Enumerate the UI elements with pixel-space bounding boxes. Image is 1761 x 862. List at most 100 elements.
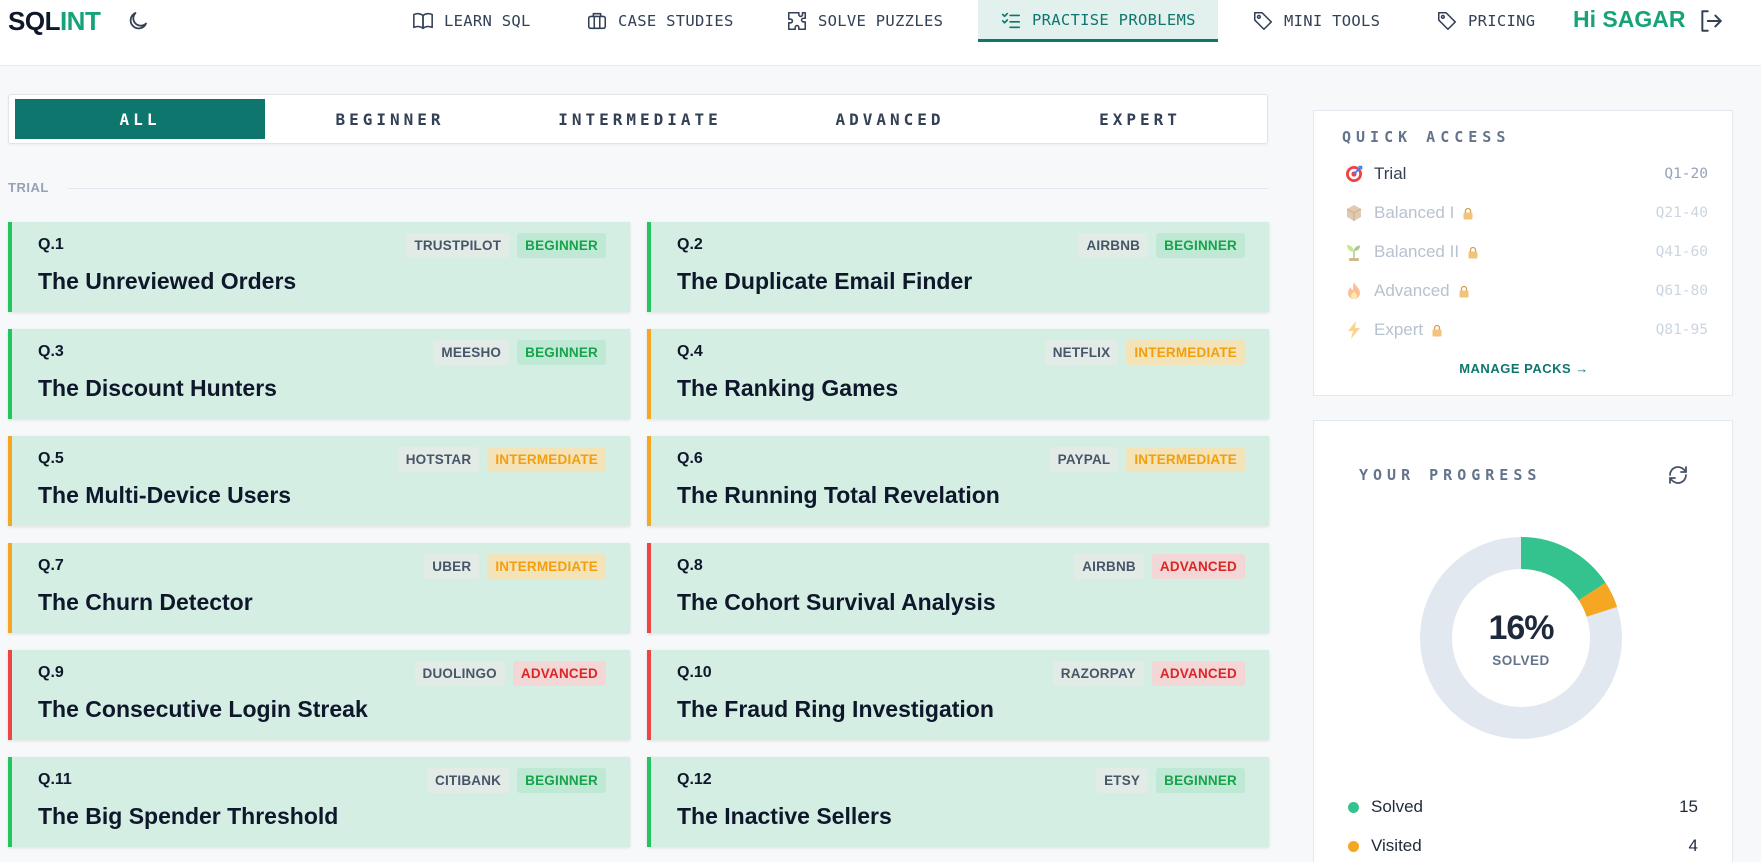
- pack-name: Trial: [1374, 164, 1407, 183]
- company-badge: NETFLIX: [1044, 340, 1119, 365]
- difficulty-badge: BEGINNER: [1156, 233, 1245, 258]
- question-card[interactable]: Q.9 DUOLINGO ADVANCED The Consecutive Lo…: [8, 650, 630, 740]
- question-card[interactable]: Q.12 ETSY BEGINNER The Inactive Sellers: [647, 757, 1269, 847]
- question-title: The Big Spender Threshold: [38, 803, 339, 829]
- tag-icon: [1253, 11, 1273, 31]
- question-card[interactable]: Q.11 CITIBANK BEGINNER The Big Spender T…: [8, 757, 630, 847]
- app-logo[interactable]: SQLINT: [8, 6, 101, 37]
- question-card[interactable]: Q.7 UBER INTERMEDIATE The Churn Detector: [8, 543, 630, 633]
- pack-name: Advanced: [1374, 281, 1450, 300]
- pack-range: Q1-20: [1664, 166, 1708, 182]
- pack-trial[interactable]: Trial Q1-20: [1344, 162, 1708, 186]
- question-card[interactable]: Q.6 PAYPAL INTERMEDIATE The Running Tota…: [647, 436, 1269, 526]
- company-badge: PAYPAL: [1049, 447, 1119, 472]
- solved-percentage: 16%: [1488, 609, 1554, 647]
- pack-name: Balanced II: [1374, 242, 1460, 261]
- pack-expert[interactable]: Expert Q81-95: [1344, 318, 1708, 342]
- logo-text-int: INT: [59, 6, 101, 36]
- company-badge: DUOLINGO: [414, 661, 505, 686]
- legend-label: Solved: [1371, 797, 1423, 816]
- progress-title: YOUR PROGRESS: [1359, 466, 1542, 484]
- question-tags: PAYPAL INTERMEDIATE: [1049, 447, 1245, 472]
- pack-range: Q21-40: [1655, 205, 1708, 221]
- company-badge: UBER: [424, 554, 480, 579]
- question-title: The Ranking Games: [677, 375, 899, 401]
- pack-name: Balanced I: [1374, 203, 1455, 222]
- question-card[interactable]: Q.10 RAZORPAY ADVANCED The Fraud Ring In…: [647, 650, 1269, 740]
- question-card[interactable]: Q.1 TRUSTPILOT BEGINNER The Unreviewed O…: [8, 222, 630, 312]
- filter-tab-beginner[interactable]: BEGINNER: [265, 99, 515, 139]
- question-tags: AIRBNB ADVANCED: [1074, 554, 1245, 579]
- nav-case-studies-label: CASE STUDIES: [618, 12, 734, 30]
- lightning-icon: [1344, 320, 1364, 340]
- question-title: The Duplicate Email Finder: [677, 268, 973, 294]
- section-divider: [68, 188, 1268, 189]
- question-title: The Churn Detector: [38, 589, 253, 615]
- question-number: Q.5: [38, 450, 64, 467]
- puzzle-icon: [787, 11, 807, 31]
- moon-icon[interactable]: [126, 9, 150, 33]
- difficulty-badge: ADVANCED: [1151, 554, 1245, 579]
- question-title: The Cohort Survival Analysis: [677, 589, 996, 615]
- filter-tab-intermediate[interactable]: INTERMEDIATE: [515, 99, 765, 139]
- company-badge: RAZORPAY: [1052, 661, 1144, 686]
- legend-dot-visited: [1348, 840, 1359, 852]
- box-icon: [1344, 203, 1364, 223]
- refresh-icon[interactable]: [1666, 463, 1690, 487]
- question-tags: RAZORPAY ADVANCED: [1052, 661, 1245, 686]
- question-card[interactable]: Q.2 AIRBNB BEGINNER The Duplicate Email …: [647, 222, 1269, 312]
- nav-case-studies[interactable]: CASE STUDIES: [586, 0, 734, 42]
- briefcase-icon: [587, 12, 607, 30]
- company-badge: ETSY: [1096, 768, 1149, 793]
- question-tags: UBER INTERMEDIATE: [424, 554, 606, 579]
- target-icon: [1344, 164, 1364, 184]
- progress-panel: YOUR PROGRESS 16% SOLVED Solved 15 Visit…: [1313, 420, 1733, 862]
- question-number: Q.8: [677, 557, 703, 574]
- logo-text-sql: SQL: [8, 6, 60, 36]
- question-card[interactable]: Q.4 NETFLIX INTERMEDIATE The Ranking Gam…: [647, 329, 1269, 419]
- difficulty-badge: INTERMEDIATE: [487, 447, 606, 472]
- question-title: The Fraud Ring Investigation: [677, 696, 994, 722]
- logout-icon[interactable]: [1698, 8, 1724, 34]
- legend-dot-solved: [1348, 801, 1359, 813]
- lock-icon: [1459, 285, 1469, 297]
- pack-range: Q81-95: [1655, 322, 1708, 338]
- company-badge: AIRBNB: [1078, 233, 1149, 258]
- question-tags: DUOLINGO ADVANCED: [414, 661, 606, 686]
- checklist-icon: [1001, 12, 1021, 28]
- filter-tab-expert[interactable]: EXPERT: [1015, 99, 1265, 139]
- question-tags: TRUSTPILOT BEGINNER: [406, 233, 606, 258]
- user-greeting[interactable]: Hi SAGAR: [1573, 6, 1685, 33]
- difficulty-badge: BEGINNER: [517, 768, 606, 793]
- pack-balanced-2[interactable]: Balanced II Q41-60: [1344, 240, 1708, 264]
- question-number: Q.9: [38, 664, 64, 681]
- question-card[interactable]: Q.5 HOTSTAR INTERMEDIATE The Multi-Devic…: [8, 436, 630, 526]
- pack-advanced[interactable]: Advanced Q61-80: [1344, 279, 1708, 303]
- price-tag-icon: [1437, 11, 1457, 31]
- question-tags: HOTSTAR INTERMEDIATE: [397, 447, 606, 472]
- nav-solve-puzzles[interactable]: SOLVE PUZZLES: [786, 0, 943, 42]
- legend-visited: Visited 4: [1348, 834, 1698, 858]
- lock-icon: [1463, 207, 1473, 219]
- filter-tab-advanced[interactable]: ADVANCED: [765, 99, 1015, 139]
- difficulty-badge: INTERMEDIATE: [487, 554, 606, 579]
- question-card[interactable]: Q.3 MEESHO BEGINNER The Discount Hunters: [8, 329, 630, 419]
- nav-practise-problems[interactable]: PRACTISE PROBLEMS: [978, 0, 1218, 42]
- question-number: Q.11: [38, 771, 72, 788]
- nav-mini-tools[interactable]: MINI TOOLS: [1252, 0, 1380, 42]
- pack-balanced-1[interactable]: Balanced I Q21-40: [1344, 201, 1708, 225]
- legend-solved: Solved 15: [1348, 795, 1698, 819]
- manage-packs-link[interactable]: MANAGE PACKS →: [1314, 361, 1734, 376]
- difficulty-filter-tabs: ALL BEGINNER INTERMEDIATE ADVANCED EXPER…: [8, 94, 1268, 144]
- filter-tab-all[interactable]: ALL: [15, 99, 265, 139]
- lock-icon: [1468, 246, 1478, 258]
- question-title: The Discount Hunters: [38, 375, 277, 401]
- nav-pricing[interactable]: PRICING: [1436, 0, 1535, 42]
- question-number: Q.2: [677, 236, 703, 253]
- question-card[interactable]: Q.8 AIRBNB ADVANCED The Cohort Survival …: [647, 543, 1269, 633]
- solved-caption: SOLVED: [1492, 653, 1550, 668]
- question-tags: ETSY BEGINNER: [1096, 768, 1245, 793]
- difficulty-badge: BEGINNER: [517, 233, 606, 258]
- nav-learn-sql[interactable]: LEARN SQL: [412, 0, 531, 42]
- question-title: The Inactive Sellers: [677, 803, 892, 829]
